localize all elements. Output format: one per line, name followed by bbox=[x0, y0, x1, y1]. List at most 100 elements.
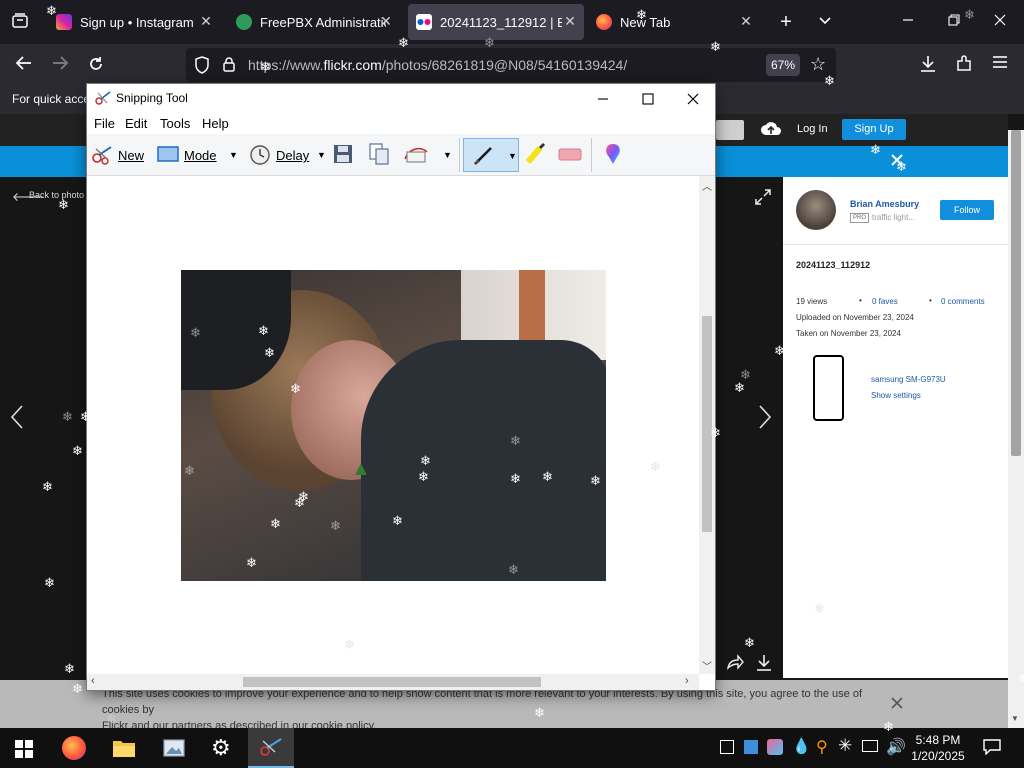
file-explorer-icon[interactable] bbox=[112, 738, 136, 763]
scroll-right-icon[interactable]: › bbox=[685, 675, 689, 687]
signup-button[interactable]: Sign Up bbox=[842, 119, 906, 140]
tracking-shield-icon[interactable] bbox=[194, 56, 210, 79]
close-tab-icon[interactable]: ✕ bbox=[198, 13, 214, 29]
send-dropdown-icon[interactable]: ▼ bbox=[443, 150, 452, 160]
windows-start-icon[interactable] bbox=[15, 740, 33, 763]
close-cookie-icon[interactable] bbox=[891, 697, 903, 712]
pen-dropdown-icon[interactable]: ▼ bbox=[508, 151, 517, 161]
zoom-indicator[interactable]: 67% bbox=[766, 54, 800, 76]
tray-clock[interactable]: 5:48 PM 1/20/2025 bbox=[902, 732, 974, 764]
camera-model-link[interactable]: samsung SM-G973U bbox=[871, 375, 946, 384]
settings-gear-icon[interactable]: ⚙ bbox=[211, 736, 231, 760]
tab-instagram[interactable]: Sign up • Instagram ✕ bbox=[48, 4, 220, 40]
scroll-down-icon[interactable]: ﹀ bbox=[702, 658, 712, 673]
scroll-down-icon[interactable]: ▼ bbox=[1011, 714, 1019, 723]
tray-network-share-icon[interactable] bbox=[767, 739, 783, 755]
save-icon[interactable] bbox=[333, 144, 353, 169]
url-text[interactable]: https://www.flickr.com/photos/68261819@N… bbox=[248, 57, 627, 73]
share-arrow-icon[interactable] bbox=[726, 654, 744, 675]
show-settings-link[interactable]: Show settings bbox=[871, 391, 921, 400]
comments-link[interactable]: 0 comments bbox=[941, 297, 985, 306]
paint3d-icon[interactable] bbox=[603, 143, 623, 170]
send-email-icon[interactable] bbox=[403, 144, 431, 169]
menu-edit[interactable]: Edit bbox=[125, 116, 147, 131]
scrollbar-thumb[interactable] bbox=[702, 316, 712, 532]
tab-flickr[interactable]: 20241123_112912 | Brian ✕ bbox=[408, 4, 584, 40]
tab-freepbx[interactable]: FreePBX Administration ✕ bbox=[228, 4, 400, 40]
lock-icon[interactable] bbox=[222, 56, 236, 77]
tab-overview-icon[interactable] bbox=[10, 12, 30, 32]
fullscreen-expand-icon[interactable] bbox=[754, 188, 772, 211]
freepbx-icon bbox=[236, 14, 252, 30]
extensions-icon[interactable] bbox=[954, 55, 974, 79]
snipping-tool-taskbar-button[interactable] bbox=[248, 728, 294, 768]
snip-horizontal-scrollbar[interactable]: ‹ › bbox=[87, 674, 699, 690]
follow-button[interactable]: Follow bbox=[940, 200, 994, 220]
menu-hamburger-icon[interactable] bbox=[990, 55, 1010, 75]
menu-tools[interactable]: Tools bbox=[160, 116, 190, 131]
delay-dropdown-icon[interactable]: ▼ bbox=[317, 150, 326, 160]
tray-notification-icon[interactable] bbox=[720, 740, 734, 754]
close-tab-icon[interactable]: ✕ bbox=[378, 13, 394, 29]
faves-link[interactable]: 0 faves bbox=[872, 297, 898, 306]
snip-canvas[interactable]: ▲ bbox=[87, 176, 699, 674]
minimize-window-icon[interactable] bbox=[898, 12, 918, 32]
restore-window-icon[interactable] bbox=[944, 12, 964, 32]
snip-minimize-icon[interactable] bbox=[597, 92, 609, 110]
tab-new-tab[interactable]: New Tab ✕ bbox=[588, 4, 760, 40]
mode-dropdown-icon[interactable]: ▼ bbox=[229, 150, 238, 160]
snip-maximize-icon[interactable] bbox=[642, 92, 654, 110]
scrollbar-thumb[interactable] bbox=[243, 677, 541, 687]
back-arrow-icon[interactable] bbox=[14, 55, 34, 77]
firefox-taskbar-icon[interactable] bbox=[62, 736, 86, 760]
close-window-icon[interactable] bbox=[990, 12, 1010, 32]
clock-time: 5:48 PM bbox=[915, 733, 961, 747]
highlighter-icon[interactable] bbox=[524, 142, 548, 171]
snip-close-icon[interactable] bbox=[687, 92, 699, 110]
tray-monitor-icon[interactable] bbox=[862, 740, 878, 752]
photos-app-icon[interactable] bbox=[162, 738, 186, 763]
eraser-icon[interactable] bbox=[557, 146, 583, 167]
tray-app-icon[interactable] bbox=[744, 740, 758, 754]
close-banner-icon[interactable] bbox=[890, 153, 904, 172]
search-box-edge[interactable] bbox=[716, 120, 744, 140]
mode-button[interactable]: Mode ▼ bbox=[155, 140, 241, 168]
downloads-icon[interactable] bbox=[918, 55, 938, 79]
upload-cloud-icon[interactable] bbox=[760, 120, 782, 143]
avatar[interactable] bbox=[796, 190, 836, 230]
action-center-icon[interactable] bbox=[983, 739, 1001, 760]
bookmarks-hint-text: For quick acce bbox=[12, 92, 91, 106]
page-scrollbar[interactable]: ▼ bbox=[1008, 130, 1024, 728]
new-snip-button[interactable]: New bbox=[89, 140, 147, 168]
bookmark-star-icon[interactable]: ☆ bbox=[810, 54, 826, 75]
download-arrow-icon[interactable] bbox=[756, 654, 772, 677]
login-link[interactable]: Log In bbox=[797, 123, 828, 135]
scrollbar-thumb[interactable] bbox=[1011, 130, 1021, 456]
copy-icon[interactable] bbox=[369, 143, 389, 170]
prev-photo-chevron-icon[interactable] bbox=[10, 404, 24, 435]
snipping-title-bar[interactable]: Snipping Tool bbox=[87, 84, 715, 112]
next-photo-chevron-icon[interactable] bbox=[758, 404, 772, 435]
delay-button[interactable]: Delay ▼ bbox=[247, 140, 329, 168]
new-tab-plus-icon[interactable]: + bbox=[776, 12, 796, 32]
menu-file[interactable]: File bbox=[94, 116, 115, 131]
menu-help[interactable]: Help bbox=[202, 116, 229, 131]
scroll-left-icon[interactable]: ‹ bbox=[91, 675, 95, 687]
reload-icon[interactable] bbox=[86, 55, 106, 79]
url-bar[interactable]: https://www.flickr.com/photos/68261819@N… bbox=[186, 48, 836, 82]
back-to-photos-link[interactable]: Back to photo bbox=[29, 190, 84, 200]
author-name-link[interactable]: Brian Amesbury bbox=[850, 199, 919, 209]
bullet: • bbox=[929, 296, 932, 305]
taken-date: Taken on November 23, 2024 bbox=[796, 329, 901, 338]
tray-snowflake-icon[interactable]: ✳ bbox=[838, 736, 852, 756]
close-tab-icon[interactable]: ✕ bbox=[562, 13, 578, 29]
tray-droplet-icon[interactable]: 💧 bbox=[792, 737, 811, 755]
pen-tool-button[interactable]: ▼ bbox=[463, 138, 519, 172]
close-tab-icon[interactable]: ✕ bbox=[738, 13, 754, 29]
tray-search-icon[interactable]: ⚲ bbox=[816, 737, 828, 757]
snip-vertical-scrollbar[interactable]: ︿ ﹀ bbox=[699, 176, 715, 674]
browser-tab-bar: Sign up • Instagram ✕ FreePBX Administra… bbox=[0, 0, 1024, 44]
list-tabs-chevron-icon[interactable] bbox=[815, 12, 835, 32]
forward-arrow-icon[interactable] bbox=[50, 55, 70, 77]
scroll-up-icon[interactable]: ︿ bbox=[702, 178, 712, 193]
